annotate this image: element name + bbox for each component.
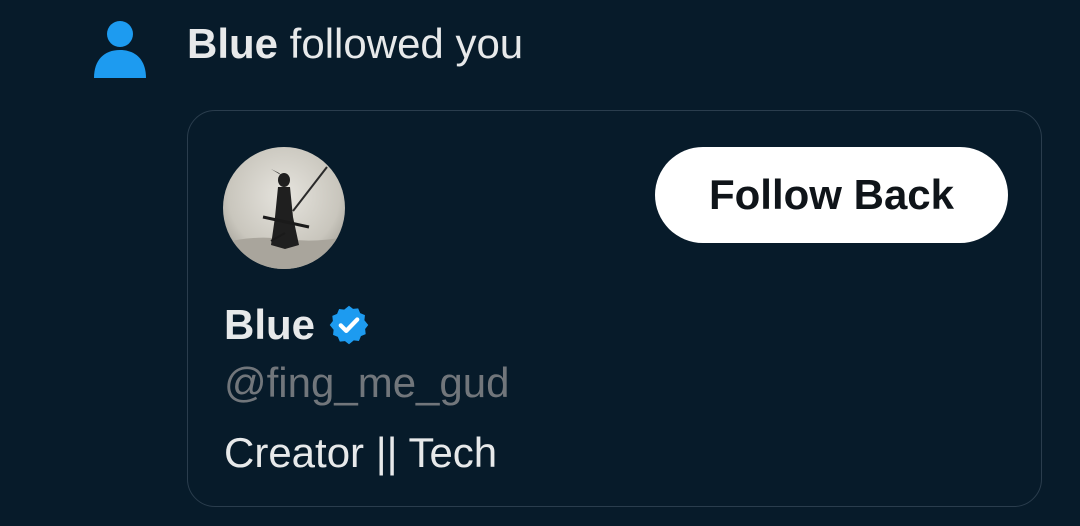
- follow-notification[interactable]: Blue followed you Follow Back Blue @fing…: [0, 0, 1080, 526]
- display-name-row: Blue: [224, 297, 371, 353]
- follow-back-button[interactable]: Follow Back: [655, 147, 1008, 243]
- verified-badge-icon: [329, 305, 369, 345]
- avatar[interactable]: [223, 147, 345, 269]
- display-name[interactable]: Blue: [224, 301, 315, 349]
- avatar-image: [223, 147, 345, 269]
- person-icon: [94, 21, 146, 78]
- notification-action-text: followed you: [278, 20, 524, 67]
- notification-headline: Blue followed you: [187, 16, 523, 72]
- user-bio: Creator || Tech: [224, 429, 498, 476]
- profile-card[interactable]: Follow Back Blue @fing_me_gud Creator ||…: [187, 110, 1042, 507]
- actor-name[interactable]: Blue: [187, 20, 278, 67]
- user-handle: @fing_me_gud: [224, 359, 510, 406]
